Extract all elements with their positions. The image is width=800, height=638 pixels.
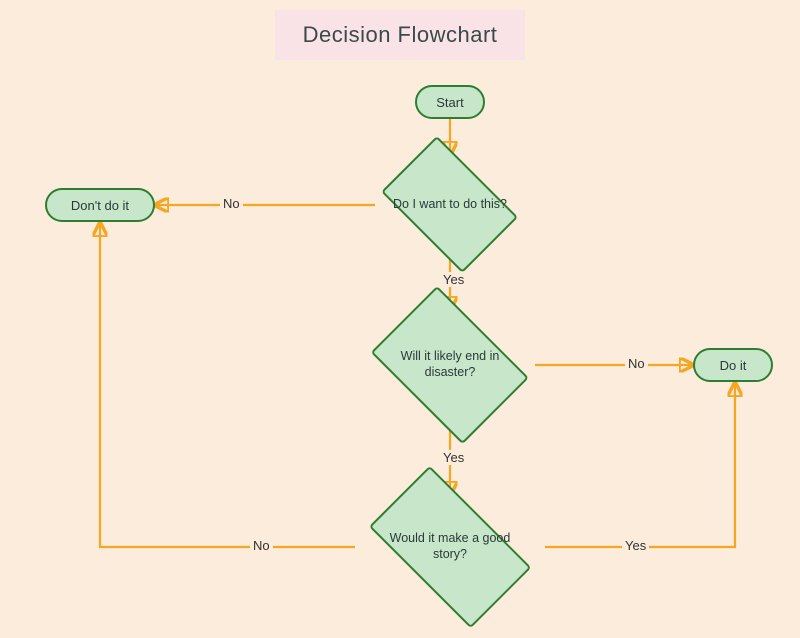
terminator-dont-label: Don't do it	[71, 198, 129, 213]
decision-disaster-label: Will it likely end in disaster?	[387, 349, 513, 380]
chart-title: Decision Flowchart	[275, 10, 525, 60]
terminator-start-label: Start	[436, 95, 463, 110]
terminator-dont: Don't do it	[45, 188, 155, 222]
decision-want: Do I want to do this?	[370, 150, 530, 260]
edge-label-q3-yes: Yes	[622, 538, 649, 553]
edge-label-q1-no: No	[220, 196, 243, 211]
flowchart-canvas: Decision Flowchart Start Don't do it D	[0, 0, 800, 638]
decision-story-label: Would it make a good story?	[377, 531, 523, 562]
edge-label-q1-yes: Yes	[440, 272, 467, 287]
edge-label-q2-no: No	[625, 356, 648, 371]
terminator-start: Start	[415, 85, 485, 119]
decision-disaster: Will it likely end in disaster?	[360, 300, 540, 430]
terminator-doit-label: Do it	[720, 358, 747, 373]
edge-label-q2-yes: Yes	[440, 450, 467, 465]
decision-story: Would it make a good story?	[350, 487, 550, 607]
decision-want-label: Do I want to do this?	[385, 197, 515, 213]
edge-label-q3-no: No	[250, 538, 273, 553]
terminator-doit: Do it	[693, 348, 773, 382]
